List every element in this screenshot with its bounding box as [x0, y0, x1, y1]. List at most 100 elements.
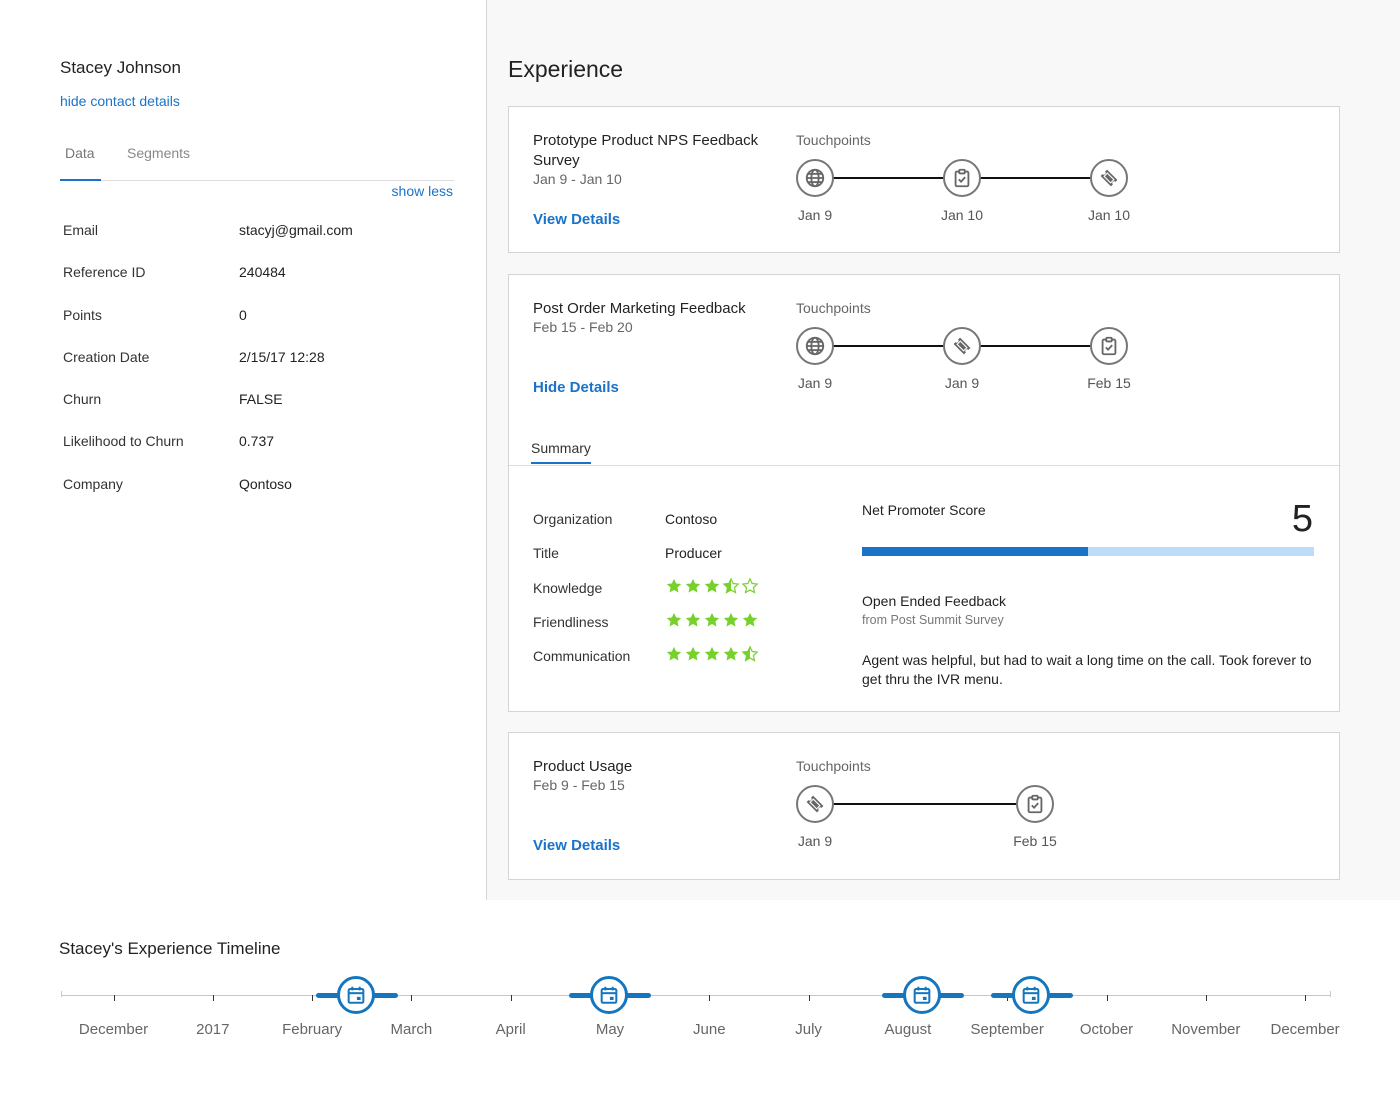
card-title: Post Order Marketing Feedback [533, 300, 746, 317]
timeline-event-marker [590, 976, 628, 1014]
summary-fields: Organization Contoso Title Producer Knowle… [533, 511, 793, 682]
touchpoint-date: Feb 15 [1013, 833, 1057, 849]
touchpoint-node[interactable] [1090, 159, 1128, 197]
star-rating [665, 611, 759, 629]
field-value: stacyj@gmail.com [239, 222, 353, 238]
timeline-event[interactable] [315, 975, 398, 1015]
timeline-label: July [795, 1021, 822, 1038]
field-row-reference-id: Reference ID 240484 [63, 264, 453, 306]
star-full-icon [703, 611, 721, 629]
timeline-axis-start [61, 991, 62, 997]
summary-label: Title [533, 545, 559, 562]
timeline-label: October [1079, 1021, 1134, 1038]
star-full-icon [722, 611, 740, 629]
touchpoint-date: Feb 15 [1087, 375, 1131, 391]
timeline-tick [212, 995, 214, 1001]
card-dates: Jan 9 - Jan 10 [533, 171, 622, 187]
calendar-icon [1020, 984, 1042, 1006]
field-label: Company [63, 475, 123, 492]
timeline-event[interactable] [991, 975, 1074, 1015]
summary-row-title: Title Producer [533, 545, 793, 579]
field-row-churn: Churn FALSE [63, 391, 453, 433]
touchpoint-node[interactable] [796, 785, 834, 823]
globe-icon [804, 335, 826, 357]
timeline-tick [709, 995, 711, 1001]
timeline-label: March [390, 1021, 433, 1038]
timeline-event-marker [902, 976, 941, 1014]
summary-label: Organization [533, 511, 613, 527]
field-value: FALSE [239, 391, 283, 408]
touchpoint-date: Jan 9 [797, 207, 833, 223]
timeline-label: November [1171, 1021, 1241, 1038]
touchpoint-node[interactable] [1016, 785, 1054, 823]
field-value: 0 [239, 306, 247, 323]
tab-data[interactable]: Data [60, 145, 101, 181]
card-title: Product Usage [533, 758, 633, 775]
view-details-link[interactable]: View Details [533, 837, 620, 854]
card-dates: Feb 9 - Feb 15 [533, 777, 625, 793]
star-rating [665, 577, 759, 595]
timeline-label: April [495, 1021, 526, 1038]
field-label: Likelihood to Churn [63, 433, 184, 450]
touchpoint-node[interactable] [943, 327, 981, 365]
timeline-label: December [1270, 1021, 1340, 1038]
field-value: 0.737 [239, 433, 275, 450]
star-full-icon [703, 577, 721, 595]
card-title: Prototype Product NPS Feedback Survey [533, 132, 759, 169]
timeline-event-marker [336, 976, 375, 1014]
clipboard-check-icon [1098, 335, 1120, 357]
field-value: 240484 [239, 264, 286, 281]
timeline-label: December [78, 1021, 149, 1038]
timeline-tick [113, 995, 115, 1001]
timeline-label: September [970, 1021, 1044, 1038]
star-full-icon [684, 611, 702, 629]
touchpoint-node[interactable] [796, 159, 834, 197]
experience-card: Prototype Product NPS Feedback Survey Ja… [508, 106, 1340, 253]
star-full-icon [741, 611, 759, 629]
nps-label: Net Promoter Score [862, 502, 986, 518]
feedback-text: Agent was helpful, but had to wait a lon… [862, 652, 1312, 687]
field-row-company: Company Qontoso [63, 476, 453, 518]
star-full-icon [684, 577, 702, 595]
summary-label: Knowledge [533, 579, 603, 596]
timeline-event-marker [1012, 976, 1051, 1014]
star-full-icon [703, 645, 721, 663]
timeline-label: August [884, 1021, 932, 1038]
star-rating [665, 645, 759, 663]
view-details-link[interactable]: View Details [533, 211, 620, 228]
show-less-link[interactable]: show less [392, 183, 453, 199]
touchpoint-date: Jan 9 [797, 375, 833, 391]
timeline-tick [1305, 995, 1307, 1001]
touchpoint-node[interactable] [1090, 327, 1128, 365]
ticket-icon [1098, 167, 1120, 189]
summary-row-friendliness: Friendliness [533, 611, 793, 648]
top-section: Stacey Johnson hide contact details Data… [0, 0, 1400, 900]
experience-panel: Experience Prototype Product NPS Feedbac… [487, 0, 1400, 900]
touchpoint-node[interactable] [796, 327, 834, 365]
touchpoints-label: Touchpoints [796, 132, 871, 148]
tab-segments[interactable]: Segments [127, 145, 190, 180]
star-empty-icon [741, 577, 759, 595]
summary-divider [509, 465, 1339, 466]
field-row-points: Points 0 [63, 307, 453, 349]
field-label: Creation Date [63, 348, 150, 365]
tab-summary[interactable]: Summary [531, 440, 591, 464]
touchpoints-label: Touchpoints [796, 300, 871, 316]
timeline-event[interactable] [881, 975, 964, 1015]
experience-title: Experience [508, 56, 624, 82]
field-row-creation-date: Creation Date 2/15/17 12:28 [63, 349, 453, 391]
feedback-title: Open Ended Feedback [862, 593, 1006, 609]
hide-contact-details-link[interactable]: hide contact details [60, 93, 180, 109]
experience-card-expanded: Post Order Marketing Feedback Feb 15 - F… [508, 274, 1340, 712]
timeline-event[interactable] [569, 975, 651, 1015]
clipboard-check-icon [1024, 793, 1046, 815]
star-full-icon [684, 645, 702, 663]
field-label: Churn [63, 391, 102, 408]
timeline-axis-end [1330, 991, 1331, 997]
field-label: Points [63, 306, 102, 323]
touchpoint-node[interactable] [943, 159, 981, 197]
hide-details-link[interactable]: Hide Details [533, 379, 619, 396]
field-value: Qontoso [239, 475, 292, 492]
timeline-tick [312, 995, 314, 1001]
timeline-label: June [693, 1021, 726, 1038]
